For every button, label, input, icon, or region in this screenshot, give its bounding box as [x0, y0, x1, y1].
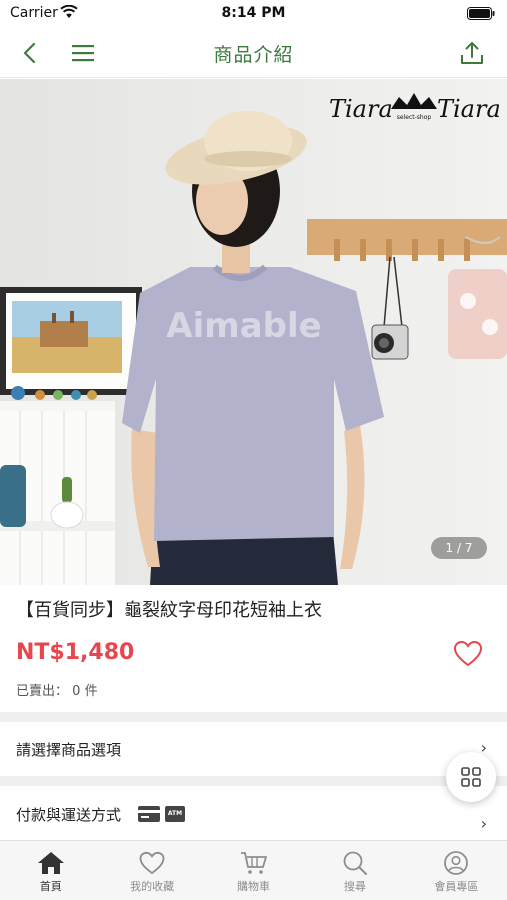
tab-member[interactable]: 會員專區	[406, 841, 507, 900]
grid-icon	[461, 767, 481, 787]
tab-cart-label: 購物車	[237, 880, 271, 893]
svg-text:select-shop: select-shop	[397, 114, 432, 121]
sold-count: 已賣出： 0 件	[16, 680, 98, 699]
product-title: 【百貨同步】龜裂紋字母印花短袖上衣	[16, 600, 322, 621]
share-button[interactable]	[455, 36, 489, 70]
credit-card-icon	[138, 806, 160, 822]
grid-menu-button[interactable]	[446, 752, 496, 802]
select-options-label: 請選擇商品選項	[16, 741, 122, 759]
product-photo: Aimable	[0, 79, 507, 585]
svg-text:Tiara: Tiara	[437, 95, 499, 123]
search-icon	[343, 851, 367, 875]
nav-bar: 商品介紹	[0, 28, 507, 78]
product-price: NT$1,480	[16, 640, 135, 665]
tab-favorites[interactable]: 我的收藏	[101, 841, 202, 900]
battery-icon	[467, 7, 495, 20]
status-time: 8:14 PM	[221, 5, 286, 21]
product-image-carousel[interactable]: Aimable Tiara select-shop Tiara 1 / 7	[0, 79, 507, 585]
atm-icon: ATM	[165, 806, 185, 822]
tab-bar: 首頁 我的收藏 購物車 搜尋 會員專區	[0, 840, 507, 900]
heart-icon	[453, 640, 483, 667]
tab-search-label: 搜尋	[343, 880, 366, 893]
section-divider	[0, 712, 507, 722]
tab-home-label: 首頁	[39, 880, 62, 893]
image-page-indicator: 1 / 7	[431, 537, 487, 559]
cart-icon	[240, 852, 267, 874]
status-bar: Carrier 8:14 PM	[0, 0, 507, 28]
heart-icon	[139, 851, 165, 875]
sold-value: 0	[72, 684, 81, 699]
user-icon	[444, 851, 469, 875]
chevron-right-icon: ›	[480, 814, 487, 833]
payment-shipping-label: 付款與運送方式	[16, 806, 122, 824]
favorite-button[interactable]	[453, 640, 483, 668]
sold-label: 已賣出：	[16, 684, 69, 699]
tab-home[interactable]: 首頁	[0, 841, 101, 900]
page-title: 商品介紹	[213, 44, 294, 66]
svg-text:Tiara: Tiara	[329, 95, 393, 123]
sold-unit: 件	[84, 684, 98, 699]
tab-cart[interactable]: 購物車	[203, 841, 304, 900]
tab-member-label: 會員專區	[434, 880, 479, 893]
home-icon	[37, 852, 64, 874]
select-options-row[interactable]: 請選擇商品選項 ›	[0, 722, 507, 776]
shirt-print: Aimable	[166, 306, 321, 346]
tab-search[interactable]: 搜尋	[304, 841, 405, 900]
share-icon	[461, 42, 483, 64]
tab-favorites-label: 我的收藏	[130, 880, 175, 893]
payment-shipping-row[interactable]: 付款與運送方式 ATM ›	[0, 786, 507, 840]
brand-logo: Tiara select-shop Tiara	[329, 93, 499, 123]
section-divider	[0, 776, 507, 786]
